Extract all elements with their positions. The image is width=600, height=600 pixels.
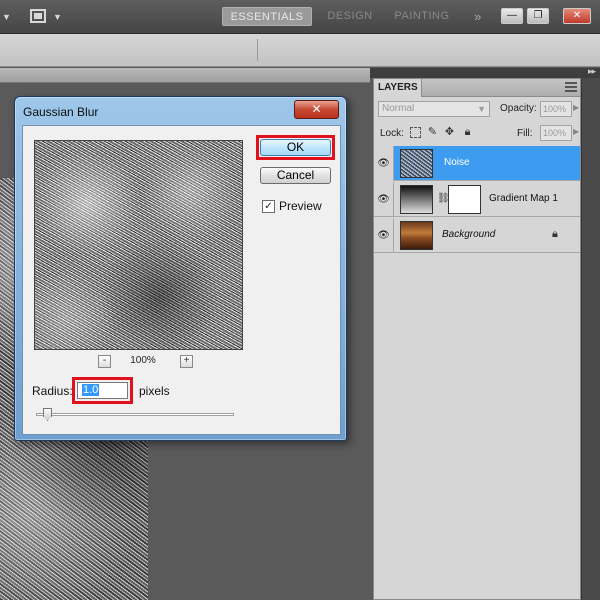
layer-thumbnail — [400, 149, 433, 178]
preview-label: Preview — [279, 199, 322, 213]
collapse-panels-icon[interactable]: ▸▸ — [588, 66, 596, 77]
tab-layers[interactable]: LAYERS — [374, 79, 422, 97]
zoom-out-button[interactable]: - — [98, 355, 111, 368]
blend-mode-select[interactable]: Normal ▼ — [378, 101, 490, 117]
tool-dropdown-arrow-icon[interactable]: ▼ — [2, 12, 11, 22]
blend-mode-value: Normal — [382, 103, 415, 114]
lock-image-pixels-icon[interactable]: ✎ — [427, 127, 438, 138]
dialog-title: Gaussian Blur — [23, 105, 99, 119]
radius-input[interactable]: 1.0 — [77, 382, 128, 399]
radius-label: Radius: — [32, 384, 73, 398]
radius-slider-thumb[interactable] — [43, 408, 52, 421]
lock-icon: 🔒︎ — [552, 228, 558, 240]
panel-dock: ▸▸ LAYERS Normal ▼ Opacity: 100% ▶ Lock:… — [370, 66, 600, 600]
eye-icon[interactable]: 👁︎ — [374, 146, 394, 181]
eye-icon[interactable]: 👁︎ — [374, 218, 394, 253]
layer-row-gradient-map[interactable]: 👁︎ ⛓︎ Gradient Map 1 — [374, 182, 580, 217]
cancel-button[interactable]: Cancel — [260, 167, 331, 184]
gaussian-blur-dialog: Gaussian Blur ✕ - 100% + OK Cancel ✓ Pre… — [14, 96, 347, 441]
more-workspaces-icon[interactable]: » — [470, 7, 486, 26]
dock-side-strip — [581, 78, 600, 600]
preview-frame[interactable] — [34, 140, 243, 350]
lock-label: Lock: — [380, 128, 404, 139]
document-tab-strip — [0, 68, 370, 83]
radius-unit-label: pixels — [139, 384, 170, 398]
ok-button[interactable]: OK — [260, 139, 331, 156]
layers-tab-row: LAYERS — [374, 79, 580, 97]
layer-name: Noise — [444, 157, 470, 168]
layer-row-noise[interactable]: 👁︎ Noise — [374, 146, 580, 181]
lock-position-icon[interactable]: ✥ — [444, 127, 455, 138]
radius-slider-track[interactable] — [36, 413, 234, 416]
dialog-body: - 100% + OK Cancel ✓ Preview Radius: 1.0… — [22, 125, 341, 435]
radius-value: 1.0 — [82, 384, 100, 396]
layer-mask-thumbnail[interactable] — [448, 185, 481, 214]
workspace-design-button[interactable]: DESIGN — [320, 7, 380, 26]
dock-top-bar: ▸▸ — [370, 66, 600, 78]
restore-button[interactable]: ❐ — [527, 8, 549, 24]
options-bar — [0, 34, 600, 67]
application-bar: ▼ ▼ ESSENTIALS DESIGN PAINTING » — ❐ ✕ — [0, 0, 600, 34]
close-window-button[interactable]: ✕ — [563, 8, 591, 24]
opacity-label: Opacity: — [500, 103, 537, 114]
layer-row-background[interactable]: 👁︎ Background 🔒︎ — [374, 218, 580, 253]
fill-field[interactable]: 100% — [540, 125, 572, 141]
layer-thumbnail — [400, 221, 433, 250]
chevron-down-icon: ▼ — [477, 104, 486, 114]
layer-name: Gradient Map 1 — [489, 193, 558, 204]
fill-label: Fill: — [517, 128, 533, 139]
preview-checkbox[interactable]: ✓ — [262, 200, 275, 213]
fill-slider-arrow-icon[interactable]: ▶ — [573, 127, 579, 136]
layer-name: Background — [442, 229, 496, 240]
opacity-slider-arrow-icon[interactable]: ▶ — [573, 103, 579, 112]
panel-menu-icon[interactable] — [565, 82, 577, 92]
zoom-level: 100% — [130, 355, 156, 366]
screen-mode-icon[interactable] — [30, 9, 46, 23]
zoom-in-button[interactable]: + — [180, 355, 193, 368]
layers-panel: LAYERS Normal ▼ Opacity: 100% ▶ Lock: ✎ … — [373, 78, 581, 600]
dialog-close-button[interactable]: ✕ — [294, 100, 339, 119]
screen-mode-dropdown-icon[interactable]: ▼ — [53, 12, 62, 22]
adjustment-thumbnail — [400, 185, 433, 214]
preview-image[interactable] — [35, 141, 242, 349]
workspace-painting-button[interactable]: PAINTING — [388, 7, 456, 26]
eye-icon[interactable]: 👁︎ — [374, 182, 394, 217]
lock-all-icon[interactable]: 🔒︎ — [462, 127, 473, 138]
minimize-button[interactable]: — — [501, 8, 523, 24]
lock-transparent-pixels-icon[interactable] — [410, 127, 421, 138]
workspace-essentials-button[interactable]: ESSENTIALS — [222, 7, 312, 26]
options-divider — [257, 39, 258, 61]
opacity-field[interactable]: 100% — [540, 101, 572, 117]
